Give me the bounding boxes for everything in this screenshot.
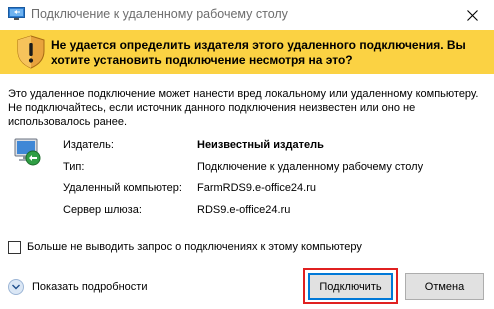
publisher-value: Неизвестный издатель <box>197 139 324 151</box>
security-shield-warning-icon <box>17 35 45 69</box>
title-bar: Подключение к удаленному рабочему столу <box>0 0 494 30</box>
close-button[interactable] <box>450 0 494 30</box>
connect-button[interactable]: Подключить <box>308 273 393 300</box>
dont-ask-again-checkbox[interactable] <box>8 241 21 254</box>
publisher-label: Издатель: <box>63 139 114 151</box>
warning-message: Не удается определить издателя этого уда… <box>51 38 466 67</box>
risk-description: Это удаленное подключение может нанести … <box>8 88 479 128</box>
type-label: Тип: <box>63 161 85 173</box>
gateway-server-label: Сервер шлюза: <box>63 204 142 216</box>
type-value: Подключение к удаленному рабочему столу <box>197 161 424 173</box>
remote-desktop-app-icon <box>8 7 25 20</box>
chevron-down-icon <box>8 279 24 295</box>
dont-ask-again-label[interactable]: Больше не выводить запрос о подключениях… <box>27 241 362 253</box>
remote-computer-value: FarmRDS9.e-office24.ru <box>197 182 317 194</box>
show-details-button[interactable]: Показать подробности <box>8 278 168 296</box>
window-title: Подключение к удаленному рабочему столу <box>31 7 288 21</box>
warning-banner: Не удается определить издателя этого уда… <box>0 30 494 74</box>
close-icon <box>466 9 478 21</box>
remote-computer-icon <box>14 138 41 166</box>
gateway-server-value: RDS9.e-office24.ru <box>197 204 291 216</box>
cancel-button[interactable]: Отмена <box>405 273 484 300</box>
show-details-label: Показать подробности <box>32 281 148 293</box>
remote-computer-label: Удаленный компьютер: <box>63 182 182 194</box>
